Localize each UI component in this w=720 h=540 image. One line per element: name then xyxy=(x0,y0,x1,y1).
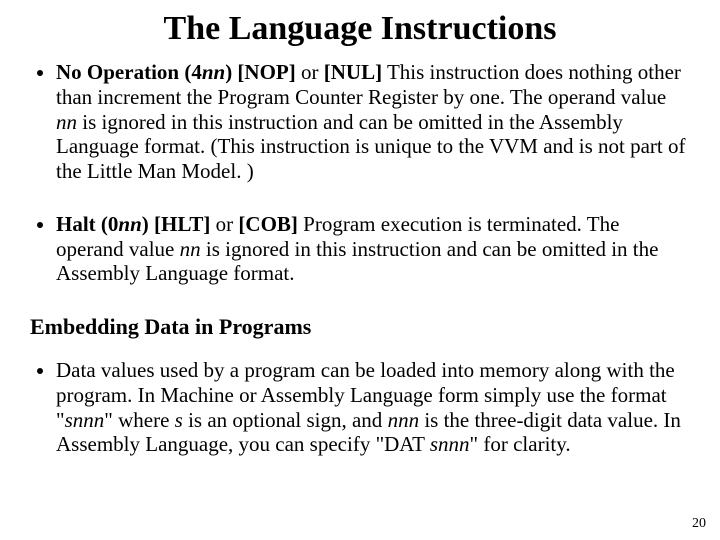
data-nnn: nnn xyxy=(388,408,420,432)
hlt-or: or xyxy=(210,212,238,236)
data-text2: " where xyxy=(104,408,174,432)
data-snnn1: snnn xyxy=(65,408,105,432)
hlt-alt: [COB] xyxy=(238,212,298,236)
nop-text2: is ignored in this instruction and can b… xyxy=(56,110,686,184)
subheading-embedding: Embedding Data in Programs xyxy=(30,314,692,340)
data-text3: is an optional sign, and xyxy=(183,408,388,432)
data-snnn2: snnn xyxy=(430,432,470,456)
nop-alt: [NUL] xyxy=(324,60,382,84)
data-text5: " for clarity. xyxy=(470,432,571,456)
nop-nn: nn xyxy=(56,110,77,134)
hlt-nn: nn xyxy=(180,237,201,261)
bullet-hlt: Halt (0nn) [HLT] or [COB] Program execut… xyxy=(56,212,692,286)
bullet-data: Data values used by a program can be loa… xyxy=(56,358,692,457)
slide: The Language Instructions No Operation (… xyxy=(0,0,720,540)
hlt-lead: Halt (0nn) [HLT] xyxy=(56,212,210,236)
slide-title: The Language Instructions xyxy=(28,10,692,48)
bullet-list-2: Data values used by a program can be loa… xyxy=(34,358,692,457)
data-s: s xyxy=(175,408,183,432)
nop-or: or xyxy=(296,60,324,84)
nop-lead: No Operation (4nn) [NOP] xyxy=(56,60,296,84)
bullet-nop: No Operation (4nn) [NOP] or [NUL] This i… xyxy=(56,60,692,184)
page-number: 20 xyxy=(692,516,706,532)
bullet-list-1: No Operation (4nn) [NOP] or [NUL] This i… xyxy=(34,60,692,286)
